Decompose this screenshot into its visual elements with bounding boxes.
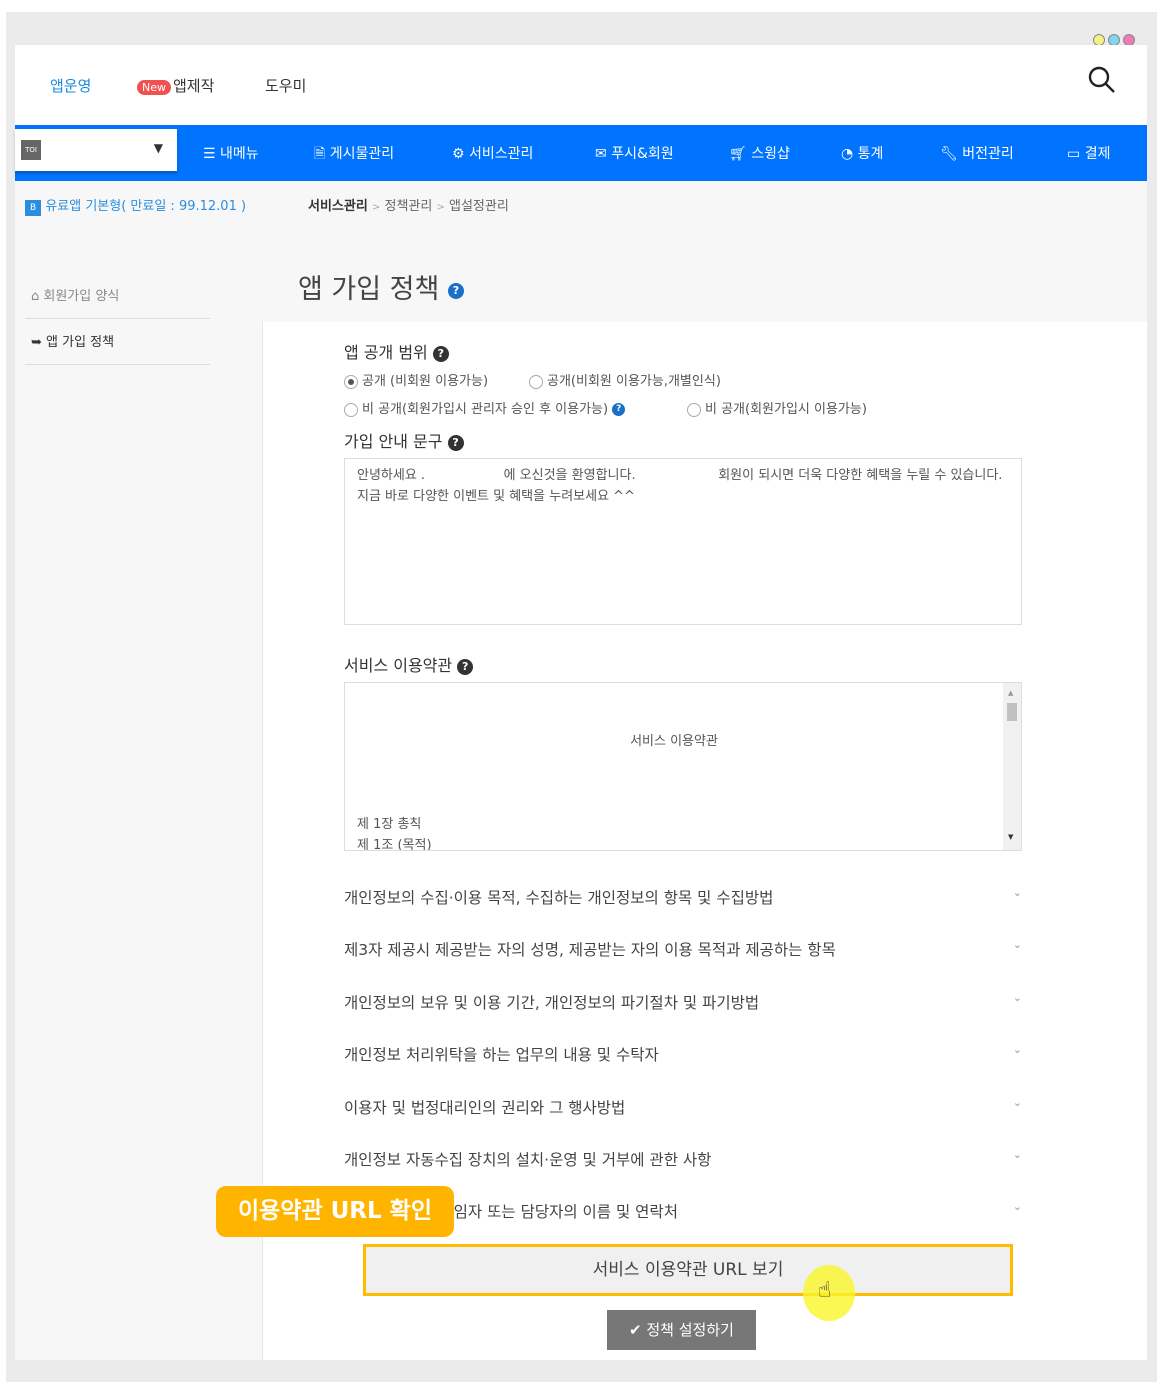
inbox-icon: ⌂ — [31, 289, 44, 304]
sidebar-label: 앱 가입 정책 — [46, 335, 115, 350]
sidebar-label: 회원가입 양식 — [43, 289, 120, 304]
radio-public[interactable]: 공개 (비회원 이용가능) — [344, 370, 488, 389]
nav-label: 스윙샵 — [751, 146, 790, 162]
terms-body: 제 1장 총칙 제 1조 (목적) 이 약관은 (이하 "회사"라 합니다)에서… — [357, 817, 432, 851]
nav-shop[interactable]: 🛒︎ 스윙샵 — [729, 143, 790, 163]
radio-unchecked-icon — [687, 402, 701, 417]
chevron-down-icon: ⌄ — [1012, 938, 1022, 951]
nav-push-members[interactable]: ✉ 푸시&회원 — [595, 143, 674, 163]
accordion-item[interactable]: 개인정보 자동수집 장치의 설치·운영 및 거부에 관한 사항 ⌄ — [344, 1148, 1022, 1170]
accordion-item[interactable]: 개인정보의 보유 및 이용 기간, 개인정보의 파기절차 및 파기방법 ⌄ — [344, 991, 1022, 1013]
accordion-item[interactable]: 이용자 및 법정대리인의 권리와 그 행사방법 ⌄ — [344, 1096, 1022, 1118]
radio-unchecked-icon — [529, 374, 543, 389]
document-icon: 🗎 — [314, 146, 330, 162]
sign-in-icon: ➥ — [31, 335, 47, 350]
plan-icon: B — [25, 200, 42, 216]
visibility-label: 앱 공개 범위 ? — [344, 339, 449, 363]
nav-label: 버전관리 — [962, 146, 1014, 162]
help-icon[interactable]: ? — [457, 658, 474, 675]
join-message-label: 가입 안내 문구 ? — [344, 428, 464, 452]
scrollbar[interactable]: ▲ ▼ — [1003, 683, 1021, 850]
help-icon[interactable]: ? — [447, 434, 464, 451]
nav-label: 통계 — [857, 146, 884, 162]
new-badge: New — [137, 80, 171, 95]
accordion-item[interactable]: 개인정보의 수집·이용 목적, 수집하는 개인정보의 항목 및 수집방법 ⌄ — [344, 886, 1022, 908]
wrench-icon: 🔧︎ — [940, 146, 963, 162]
nav-label: 내메뉴 — [220, 146, 259, 162]
nav-label: 게시물관리 — [329, 146, 395, 162]
radio-private-signup[interactable]: 비 공개(회원가입시 이용가능) — [687, 398, 867, 417]
sidebar-item-signup-form[interactable]: ⌂ 회원가입 양식 — [25, 285, 210, 319]
app-logo: TOI — [21, 140, 41, 160]
card-icon: ▭ — [1067, 146, 1085, 162]
main-nav: TOI ▼ ☰ 내메뉴 🗎 게시물관리 ⚙ 서비스관리 ✉ 푸시&회원 🛒︎ 스… — [15, 125, 1147, 181]
app-selector[interactable]: TOI ▼ — [15, 129, 177, 171]
terms-url-button[interactable]: 서비스 이용약관 URL 보기 — [363, 1244, 1013, 1296]
chevron-down-icon: ⌄ — [1012, 886, 1022, 899]
breadcrumb-item[interactable]: 앱설정관리 — [449, 199, 509, 214]
cart-icon: 🛒︎ — [729, 146, 752, 162]
search-icon[interactable] — [1087, 65, 1117, 95]
help-icon[interactable]: ? — [432, 345, 449, 362]
mail-icon: ✉ — [595, 146, 612, 162]
page-title: 앱 가입 정책 ? — [298, 267, 464, 306]
plan-info[interactable]: B 유료앱 기본형( 만료일 : 99.12.01 ) — [25, 195, 247, 216]
tab-app-build[interactable]: New 앱제작 — [137, 75, 214, 96]
nav-my-menu[interactable]: ☰ 내메뉴 — [203, 143, 259, 163]
hand-cursor-icon: ☝ — [818, 1278, 832, 1303]
nav-service[interactable]: ⚙ 서비스관리 — [452, 143, 533, 163]
page-title-text: 앱 가입 정책 — [298, 274, 440, 305]
chevron-down-icon: ⌄ — [1012, 1096, 1022, 1109]
terms-textarea[interactable]: 서비스 이용약관 제 1장 총칙 제 1조 (목적) 이 약관은 (이하 "회사… — [344, 682, 1022, 851]
chevron-down-icon: ⌄ — [1012, 1148, 1022, 1161]
radio-public-individual[interactable]: 공개(비회원 이용가능,개별인식) — [529, 370, 721, 389]
nav-payment[interactable]: ▭ 결제 — [1067, 143, 1110, 163]
tab-app-operation[interactable]: 앱운영 — [50, 75, 91, 96]
sidebar-item-join-policy[interactable]: ➥ 앱 가입 정책 — [25, 331, 210, 365]
submit-label: 정책 설정하기 — [646, 1321, 734, 1339]
breadcrumb-item[interactable]: 정책관리 — [384, 199, 432, 214]
breadcrumb: 서비스관리 > 정책관리 > 앱설정관리 — [308, 195, 509, 214]
help-icon[interactable]: ? — [612, 403, 626, 416]
check-icon: ✔ — [629, 1321, 647, 1339]
join-message-textarea[interactable]: 안녕하세요 . 에 오신것을 환영합니다. 회원이 되시면 더욱 다양한 혜택을… — [344, 458, 1022, 625]
breadcrumb-sep: > — [371, 202, 381, 213]
nav-version[interactable]: 🔧︎ 버전관리 — [940, 143, 1014, 163]
chevron-down-icon: ⌄ — [1012, 1200, 1022, 1213]
nav-posts[interactable]: 🗎 게시물관리 — [314, 143, 394, 167]
breadcrumb-item[interactable]: 서비스관리 — [308, 199, 368, 214]
caret-down-icon: ▼ — [153, 141, 163, 155]
menu-icon: ☰ — [203, 146, 221, 162]
breadcrumb-sep: > — [436, 202, 445, 213]
radio-unchecked-icon — [344, 402, 358, 417]
tab-app-build-label: 앱제작 — [173, 77, 215, 95]
radio-private-approval[interactable]: 비 공개(회원가입시 관리자 승인 후 이용가능) ? — [344, 398, 626, 417]
nav-label: 서비스관리 — [469, 146, 534, 162]
pie-chart-icon: ◔ — [841, 146, 858, 162]
content-area: B 유료앱 기본형( 만료일 : 99.12.01 ) 서비스관리 > 정책관리… — [15, 181, 1147, 1360]
plan-label: 유료앱 기본형( 만료일 : 99.12.01 ) — [45, 199, 247, 214]
submit-policy-button[interactable]: ✔ 정책 설정하기 — [607, 1310, 756, 1350]
chevron-down-icon: ⌄ — [1012, 1043, 1022, 1056]
top-header: 앱운영 New 앱제작 도우미 — [15, 45, 1147, 125]
radio-checked-icon — [344, 374, 358, 389]
nav-stats[interactable]: ◔ 통계 — [841, 143, 883, 163]
gear-icon: ⚙ — [452, 146, 470, 162]
terms-heading: 서비스 이용약관 — [630, 734, 718, 749]
nav-label: 결제 — [1084, 146, 1111, 162]
chevron-down-icon: ⌄ — [1012, 991, 1022, 1004]
accordion-item[interactable]: 개인정보 처리위탁을 하는 업무의 내용 및 수탁자 ⌄ — [344, 1043, 1022, 1065]
nav-label: 푸시&회원 — [611, 146, 674, 162]
help-icon[interactable]: ? — [447, 282, 464, 299]
terms-label: 서비스 이용약관 ? — [344, 652, 474, 676]
tab-help[interactable]: 도우미 — [265, 75, 306, 96]
callout-badge: 이용약관 URL 확인 — [216, 1186, 454, 1237]
accordion-item[interactable]: 제3자 제공시 제공받는 자의 성명, 제공받는 자의 이용 목적과 제공하는 … — [344, 938, 1022, 960]
